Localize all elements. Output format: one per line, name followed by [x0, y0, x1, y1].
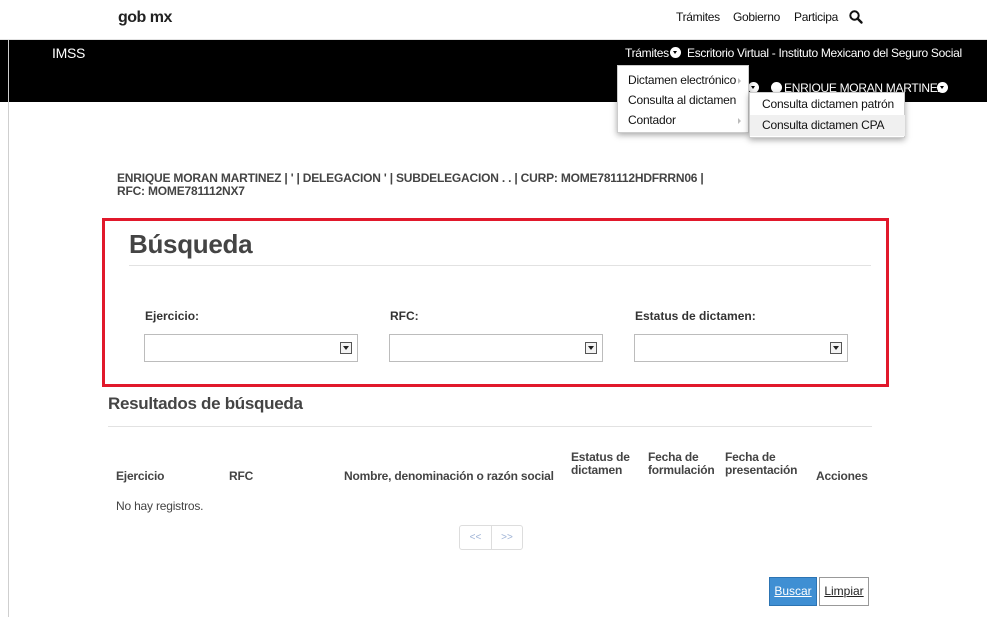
column-header-line: dictamen — [571, 463, 623, 477]
ejercicio-select[interactable] — [144, 334, 358, 362]
search-title: Búsqueda — [129, 229, 253, 259]
gob-nav-tramites[interactable]: Trámites — [676, 10, 720, 24]
column-header-ejercicio: Ejercicio — [116, 470, 164, 483]
tramites-dropdown-menu: Dictamen electrónico Consulta al dictame… — [617, 65, 749, 133]
column-header-line: RFC — [229, 469, 254, 483]
column-header-line: Nombre, denominación o razón social — [344, 469, 554, 483]
menu-item-contador[interactable]: Contador — [628, 113, 676, 127]
ejercicio-label: Ejercicio: — [145, 309, 200, 323]
chevron-down-icon[interactable] — [830, 342, 842, 354]
chevron-down-icon[interactable] — [937, 82, 948, 93]
column-header-line: presentación — [725, 463, 798, 477]
pagination: << >> — [459, 525, 523, 550]
column-header-fecha-presentacion: Fecha de presentación — [725, 451, 797, 477]
chevron-down-icon[interactable] — [670, 47, 681, 58]
rfc-label: RFC: — [390, 309, 419, 323]
column-header-nombre: Nombre, denominación o razón social — [344, 470, 554, 483]
rfc-select[interactable] — [389, 334, 603, 362]
column-header-acciones: Acciones — [816, 470, 868, 483]
portal-title: Escritorio Virtual - Instituto Mexicano … — [687, 46, 962, 60]
clear-button[interactable]: Limpiar — [819, 577, 869, 606]
estatus-label: Estatus de dictamen: — [635, 309, 756, 323]
column-header-fecha-formulacion: Fecha de formulación — [648, 451, 715, 477]
estatus-select[interactable] — [634, 334, 848, 362]
menu-item-consulta-dictamen[interactable]: Consulta al dictamen — [628, 93, 736, 107]
chevron-down-icon[interactable] — [340, 342, 352, 354]
user-rfc: RFC: MOME781112NX7 — [117, 184, 245, 198]
consulta-submenu: Consulta dictamen patrón Consulta dictam… — [749, 92, 905, 138]
gob-mx-logo[interactable]: gob mx — [118, 9, 172, 27]
user-info: ENRIQUE MORAN MARTINEZ | ' | DELEGACION … — [117, 172, 704, 198]
column-header-rfc: RFC — [229, 470, 253, 483]
submenu-item-dictamen-cpa[interactable]: Consulta dictamen CPA — [750, 115, 905, 136]
divider — [108, 426, 872, 427]
column-header-line: formulación — [648, 463, 715, 477]
column-header-estatus: Estatus de dictamen — [571, 451, 630, 477]
menu-item-dictamen-electronico[interactable]: Dictamen electrónico — [628, 73, 736, 87]
column-header-line: Acciones — [816, 469, 868, 483]
chevron-right-icon — [738, 78, 741, 84]
gob-nav-participa[interactable]: Participa — [794, 10, 838, 24]
pager-prev[interactable]: << — [460, 526, 491, 549]
search-button[interactable]: Buscar — [769, 577, 817, 606]
search-icon[interactable] — [848, 9, 864, 25]
divider — [129, 265, 871, 266]
pager-next[interactable]: >> — [491, 526, 522, 549]
gob-nav-gobierno[interactable]: Gobierno — [733, 10, 780, 24]
menu-tramites[interactable]: Trámites — [625, 46, 669, 60]
submenu-item-dictamen-patron[interactable]: Consulta dictamen patrón — [750, 94, 905, 115]
page-border — [8, 40, 9, 617]
empty-results-message: No hay registros. — [116, 499, 204, 513]
chevron-down-icon[interactable] — [585, 342, 597, 354]
brand-imss[interactable]: IMSS — [52, 45, 85, 61]
chevron-right-icon — [738, 118, 741, 124]
column-header-line: Ejercicio — [116, 469, 165, 483]
results-title: Resultados de búsqueda — [108, 394, 303, 413]
